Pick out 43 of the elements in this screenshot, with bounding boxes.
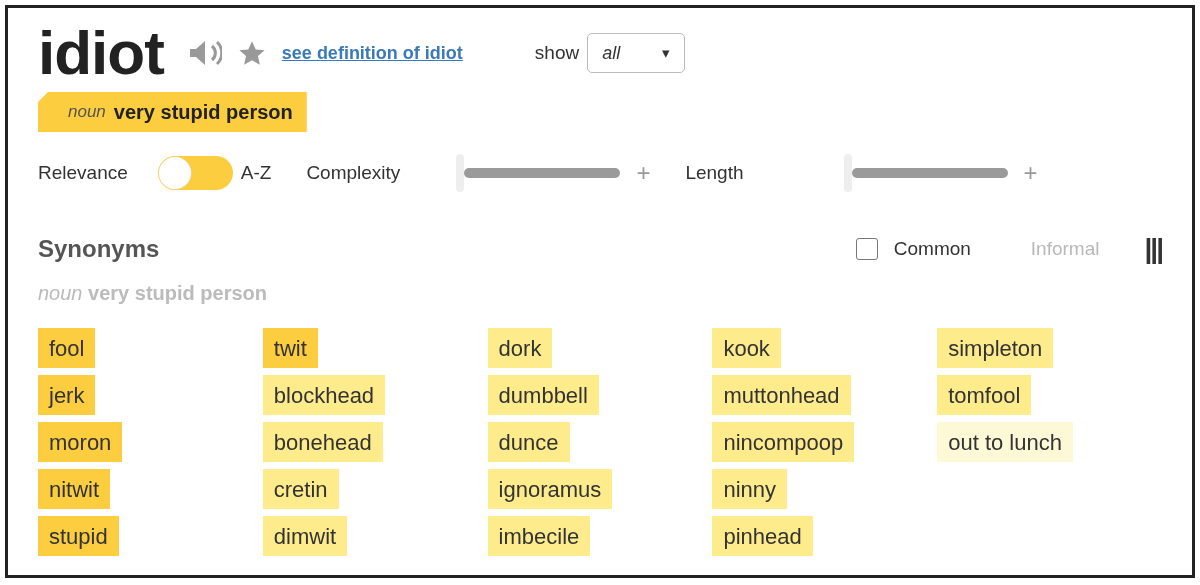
sense-tab[interactable]: noun very stupid person	[38, 92, 307, 132]
headword: idiot	[38, 22, 164, 84]
section-title: Synonyms	[38, 234, 160, 264]
sort-label: Relevance	[38, 160, 128, 185]
show-label: show	[534, 40, 580, 65]
synonym-tag[interactable]: twit	[262, 328, 318, 368]
synonym-tag[interactable]: dimwit	[262, 516, 348, 556]
synonym-tag[interactable]: jerk	[38, 375, 96, 415]
synonym-tag[interactable]: blockhead	[262, 375, 386, 415]
synonym-tag[interactable]: ninny	[712, 469, 787, 509]
columns-icon[interactable]: |||	[1144, 228, 1162, 270]
synonym-tag[interactable]: muttonhead	[712, 375, 851, 415]
synonym-tag[interactable]: stupid	[38, 516, 119, 556]
synonym-tag[interactable]: fool	[38, 328, 96, 368]
synonym-tag[interactable]: out to lunch	[937, 422, 1073, 462]
synonym-tag[interactable]: nincompoop	[712, 422, 855, 462]
slider[interactable]	[843, 154, 1008, 192]
slider-label: Length	[685, 160, 744, 185]
synonym-tag[interactable]: nitwit	[38, 469, 111, 509]
synonym-tag[interactable]: tomfool	[937, 375, 1032, 415]
synonym-tag[interactable]: simpleton	[937, 328, 1054, 368]
sense-subtitle: noun very stupid person	[38, 281, 268, 306]
synonym-tag[interactable]: dumbbell	[487, 375, 599, 415]
speaker-icon[interactable]	[187, 39, 222, 67]
synonym-tag[interactable]: ignoramus	[487, 469, 613, 509]
definition-link[interactable]: see definition of idiot	[281, 39, 463, 67]
synonym-tag[interactable]: dork	[487, 328, 553, 368]
star-icon[interactable]	[237, 39, 266, 67]
sort-toggle[interactable]	[157, 156, 233, 190]
synonym-tag[interactable]: pinhead	[712, 516, 813, 556]
synonym-tag[interactable]: cretin	[262, 469, 339, 509]
slider[interactable]	[456, 154, 621, 192]
synonym-tag[interactable]: moron	[38, 422, 123, 462]
filter-label: Common	[893, 236, 971, 261]
synonym-tag[interactable]: dunce	[487, 422, 570, 462]
synonym-tag[interactable]: bonehead	[262, 422, 383, 462]
checkbox[interactable]	[855, 238, 878, 260]
show-dropdown[interactable]: all ▾	[587, 33, 686, 73]
synonym-tag[interactable]: imbecile	[487, 516, 591, 556]
slider-label: Complexity	[306, 160, 401, 185]
caret-icon: ▾	[662, 41, 671, 65]
synonym-tag[interactable]: kook	[712, 328, 781, 368]
sort-label: A-Z	[240, 160, 272, 185]
